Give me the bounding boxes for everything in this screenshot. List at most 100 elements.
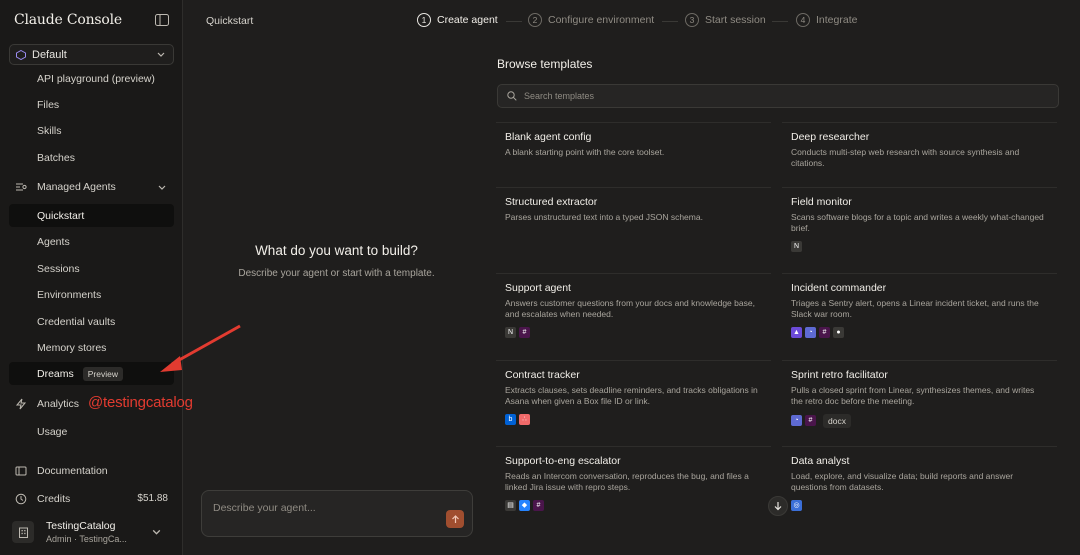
sidebar-item-label: Quickstart <box>37 209 85 222</box>
template-title: Field monitor <box>791 196 852 208</box>
template-description: A blank starting point with the core too… <box>505 147 665 157</box>
notion-icon: N <box>505 326 516 338</box>
building-icon <box>18 527 28 538</box>
slack-icon: # <box>819 326 830 338</box>
step-configure-environment[interactable]: 2 Configure environment <box>528 13 654 27</box>
linear-icon: ◔ <box>791 415 802 427</box>
template-title: Contract tracker <box>505 369 580 381</box>
template-card-blank-agent-config[interactable]: Blank agent config A blank starting poin… <box>496 122 771 166</box>
template-title: Deep researcher <box>791 131 870 143</box>
step-number: 1 <box>417 13 431 27</box>
template-search-input[interactable]: Search templates <box>497 84 1059 108</box>
template-description: Reads an Intercom conversation, reproduc… <box>505 471 749 493</box>
template-title: Data analyst <box>791 455 850 467</box>
step-start-session[interactable]: 3 Start session <box>685 13 766 27</box>
template-card-contract-tracker[interactable]: Contract tracker Extracts clauses, sets … <box>496 360 771 433</box>
search-icon <box>507 91 517 101</box>
template-card-incident-commander[interactable]: Incident commander Triages a Sentry aler… <box>782 273 1057 346</box>
slack-icon: # <box>519 326 530 338</box>
hero-subtitle: Describe your agent or start with a temp… <box>238 268 435 279</box>
template-card-deep-researcher[interactable]: Deep researcher Conducts multi-step web … <box>782 122 1057 178</box>
sidebar-item-label: Usage <box>37 425 68 438</box>
search-placeholder: Search templates <box>524 91 595 101</box>
sidebar-item-label: Memory stores <box>37 341 107 354</box>
slack-icon: # <box>805 415 816 427</box>
scroll-down-button[interactable] <box>768 496 788 516</box>
sentry-icon: ▲ <box>791 326 802 338</box>
chevron-down-icon <box>157 52 165 57</box>
template-card-support-agent[interactable]: Support agent Answers customer questions… <box>496 273 771 346</box>
chevron-down-icon <box>152 529 161 535</box>
agent-description-input[interactable]: Describe your agent... <box>201 490 473 537</box>
sidebar-section-managed-agents[interactable]: Managed Agents <box>9 175 174 198</box>
user-name: TestingCatalog <box>46 520 116 532</box>
sidebar-item-label: Credits <box>37 492 71 505</box>
step-number: 3 <box>685 13 699 27</box>
sidebar-item-api-playground[interactable]: API playground (preview) <box>9 67 174 90</box>
template-description: Load, explore, and visualize data; build… <box>791 471 1014 493</box>
template-card-structured-extractor[interactable]: Structured extractor Parses unstructured… <box>496 187 771 231</box>
sidebar-item-label: Agents <box>37 235 70 248</box>
template-title: Structured extractor <box>505 196 598 208</box>
user-role: Admin · TestingCa... <box>46 534 127 544</box>
template-title: Support-to-eng escalator <box>505 455 621 467</box>
step-integrate[interactable]: 4 Integrate <box>796 13 857 27</box>
send-button[interactable] <box>446 510 464 528</box>
template-description: Conducts multi-step web research with so… <box>791 147 1020 169</box>
template-card-data-analyst[interactable]: Data analyst Load, explore, and visualiz… <box>782 446 1057 519</box>
step-connector <box>772 21 788 22</box>
sidebar-item-documentation[interactable]: Documentation <box>9 459 174 482</box>
sidebar-item-label: Sessions <box>37 262 80 275</box>
step-label: Start session <box>705 14 766 26</box>
agents-icon <box>16 182 27 191</box>
jira-icon: ◆ <box>519 499 530 511</box>
step-number: 2 <box>528 13 542 27</box>
arrow-up-icon <box>451 514 459 523</box>
step-label: Create agent <box>437 14 498 26</box>
sidebar-item-usage[interactable]: Usage <box>9 420 174 443</box>
lightning-icon <box>15 398 27 409</box>
template-description: Answers customer questions from your doc… <box>505 298 755 320</box>
sidebar-toggle-icon[interactable] <box>155 14 169 26</box>
globe-icon: ◎ <box>791 499 802 511</box>
box-icon: b <box>505 413 516 425</box>
template-title: Blank agent config <box>505 131 592 143</box>
template-description: Extracts clauses, sets deadline reminder… <box>505 385 758 407</box>
app-title: Claude Console <box>14 12 122 28</box>
template-description: Pulls a closed sprint from Linear, synth… <box>791 385 1035 407</box>
preview-badge: Preview <box>82 366 123 381</box>
watermark-handle: @testingcatalog <box>88 394 193 411</box>
sidebar-item-quickstart[interactable]: Quickstart <box>9 204 174 227</box>
sidebar-item-label: Environments <box>37 288 102 301</box>
annotation-arrow <box>160 324 241 372</box>
sidebar-item-files[interactable]: Files <box>9 93 174 116</box>
sidebar-item-label: Documentation <box>37 464 108 477</box>
github-icon: ● <box>833 326 844 338</box>
template-title: Incident commander <box>791 282 887 294</box>
sidebar-item-environments[interactable]: Environments <box>9 283 174 306</box>
template-card-support-to-eng-escalator[interactable]: Support-to-eng escalator Reads an Interc… <box>496 446 771 519</box>
credits-balance: $51.88 <box>137 493 168 504</box>
template-description: Triages a Sentry alert, opens a Linear i… <box>791 298 1039 320</box>
sidebar-item-credits[interactable]: Credits $51.88 <box>9 487 174 510</box>
sidebar-item-sessions[interactable]: Sessions <box>9 257 174 280</box>
docx-chip: docx <box>823 413 851 428</box>
template-card-sprint-retro-facilitator[interactable]: Sprint retro facilitator Pulls a closed … <box>782 360 1057 436</box>
asana-icon: ∴ <box>519 413 530 425</box>
arrow-down-icon <box>774 502 782 511</box>
step-connector <box>662 21 678 22</box>
template-card-field-monitor[interactable]: Field monitor Scans software blogs for a… <box>782 187 1057 260</box>
sidebar-item-label: Batches <box>37 151 75 164</box>
step-create-agent[interactable]: 1 Create agent <box>417 13 498 27</box>
sidebar-item-batches[interactable]: Batches <box>9 146 174 169</box>
sidebar-item-label: API playground (preview) <box>37 72 155 85</box>
step-connector <box>506 21 522 22</box>
user-menu[interactable]: TestingCatalog Admin · TestingCa... <box>9 515 174 549</box>
sidebar-item-label: Analytics <box>37 397 80 410</box>
sidebar-item-agents[interactable]: Agents <box>9 230 174 253</box>
workspace-select[interactable]: Default <box>9 44 174 65</box>
sidebar-item-skills[interactable]: Skills <box>9 119 174 142</box>
sidebar: Claude Console Default API playground (p… <box>0 0 183 555</box>
avatar <box>12 521 34 543</box>
notion-icon: N <box>791 240 802 252</box>
